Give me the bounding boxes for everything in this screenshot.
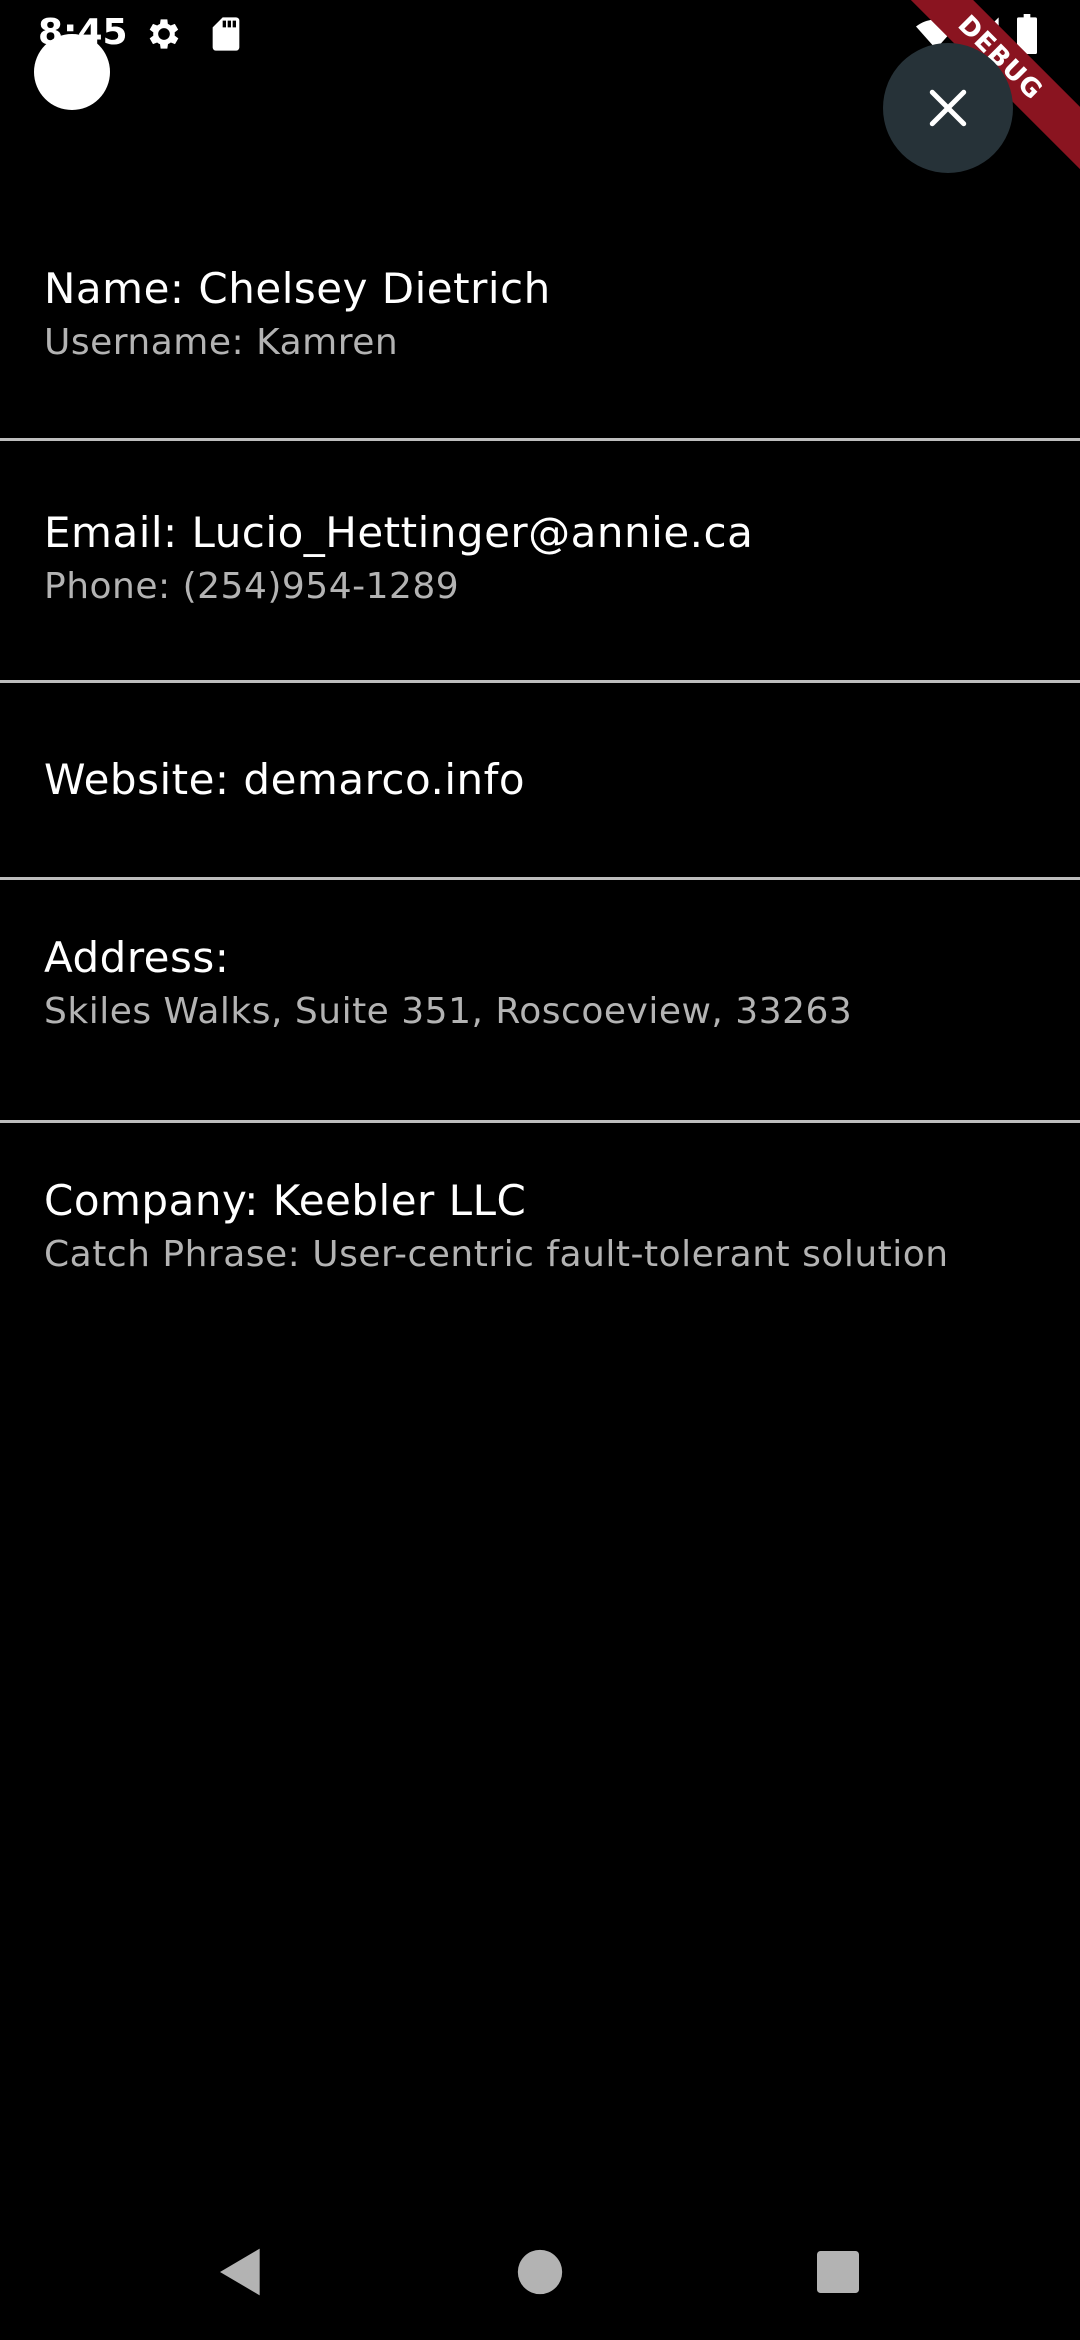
camera-cutout (34, 34, 110, 110)
phone-text: Phone: (254)954-1289 (44, 566, 460, 607)
gear-icon (144, 14, 184, 54)
catch-phrase-text: Catch Phrase: User-centric fault-toleran… (44, 1234, 949, 1275)
user-details-list: Name: Chelsey Dietrich Username: Kamren … (0, 198, 1080, 1363)
home-icon[interactable] (512, 2244, 568, 2300)
list-item-company[interactable]: Company: Keebler LLC Catch Phrase: User-… (0, 1123, 1080, 1363)
recents-icon[interactable] (810, 2244, 866, 2300)
list-item-name[interactable]: Name: Chelsey Dietrich Username: Kamren (0, 198, 1080, 441)
list-item-website[interactable]: Website: demarco.info (0, 683, 1080, 880)
username-text: Username: Kamren (44, 322, 399, 363)
company-text: Company: Keebler LLC (44, 1176, 527, 1225)
list-item-contact[interactable]: Email: Lucio_Hettinger@annie.ca Phone: (… (0, 441, 1080, 683)
close-icon (929, 89, 967, 127)
close-button[interactable] (883, 43, 1013, 173)
address-label: Address: (44, 933, 230, 982)
address-text: Skiles Walks, Suite 351, Roscoeview, 332… (44, 991, 853, 1032)
email-text: Email: Lucio_Hettinger@annie.ca (44, 508, 754, 557)
name-text: Name: Chelsey Dietrich (44, 264, 551, 313)
back-icon[interactable] (213, 2244, 269, 2300)
website-text: Website: demarco.info (44, 755, 526, 804)
sd-card-icon (206, 14, 246, 54)
list-item-address[interactable]: Address: Skiles Walks, Suite 351, Roscoe… (0, 880, 1080, 1123)
system-nav-bar (0, 2230, 1080, 2314)
screen: 8:45 DEBUG Name: Chelsey Dietrich Userna… (0, 0, 1080, 2340)
